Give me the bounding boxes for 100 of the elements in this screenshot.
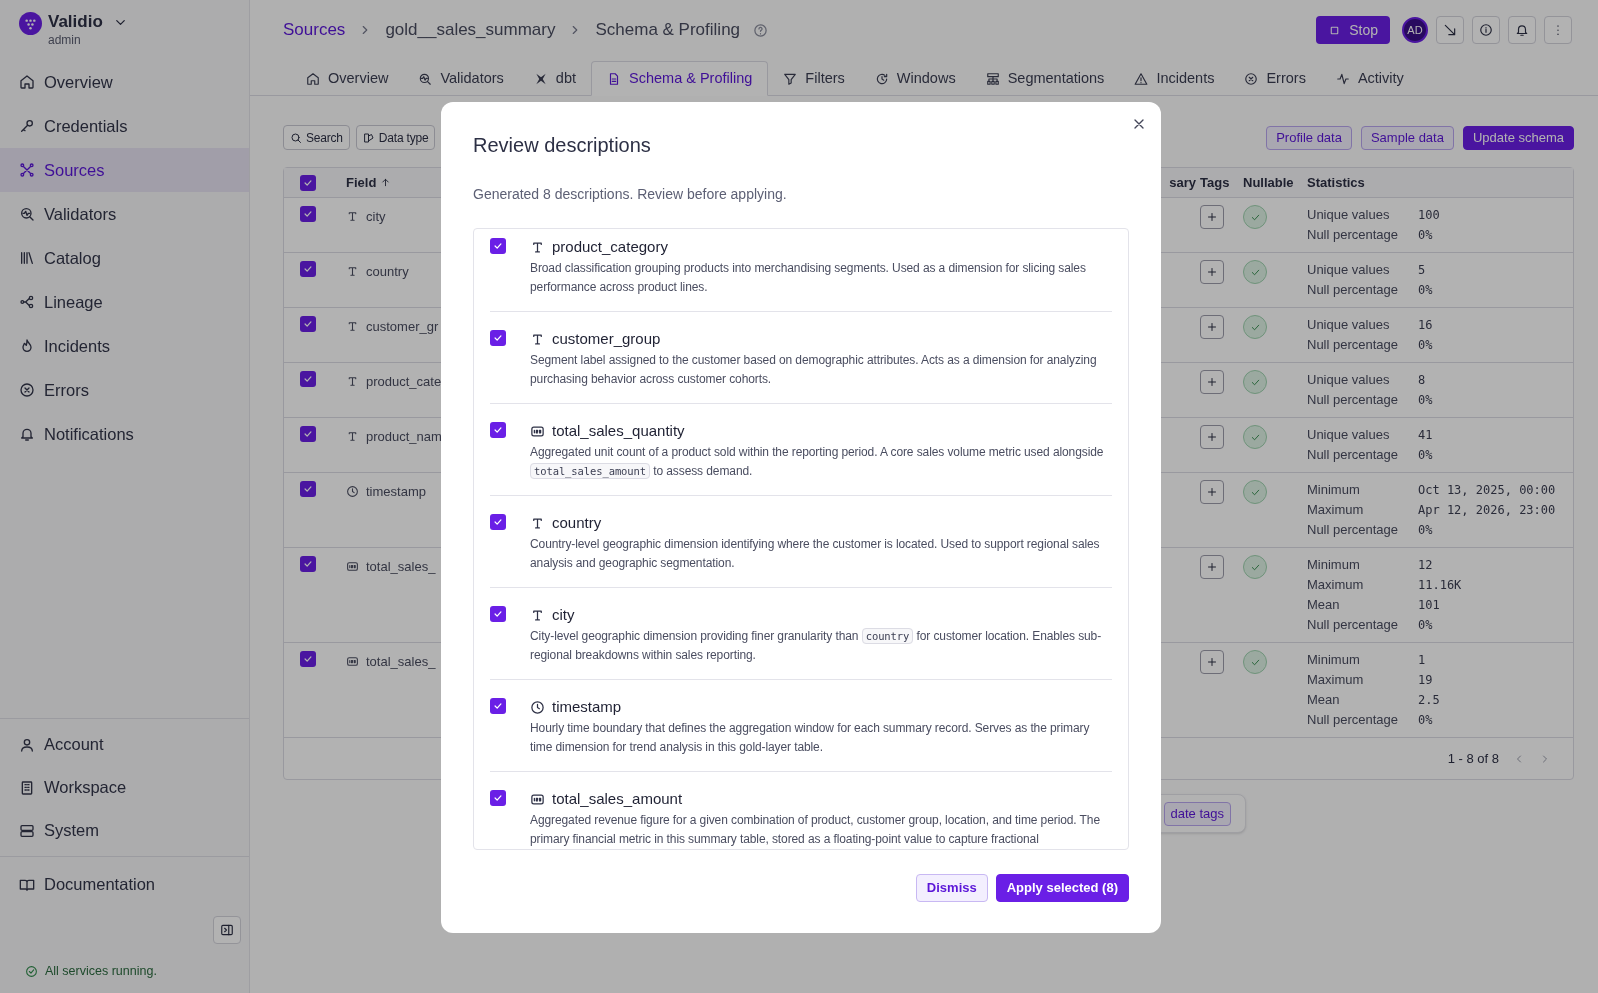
action-button[interactable]: Update schema bbox=[1462, 125, 1574, 150]
add-tag-button[interactable] bbox=[1200, 555, 1224, 579]
nav-item[interactable]: Workspace bbox=[0, 766, 249, 810]
stat-label: Unique values bbox=[1307, 261, 1391, 280]
tab[interactable]: Segmentations bbox=[970, 61, 1120, 96]
add-tag-button[interactable] bbox=[1200, 260, 1224, 284]
column-header: Tags bbox=[1200, 174, 1230, 190]
checkbox[interactable] bbox=[490, 790, 506, 806]
check-circle-icon bbox=[25, 965, 38, 979]
checkbox[interactable] bbox=[490, 698, 506, 714]
add-tag-button[interactable] bbox=[1200, 480, 1224, 504]
checkbox[interactable] bbox=[300, 371, 316, 387]
nav-item[interactable]: Validators bbox=[0, 192, 249, 236]
add-tag-button[interactable] bbox=[1200, 650, 1224, 674]
nav-item[interactable]: Documentation bbox=[0, 863, 249, 907]
stat-label: Maximum bbox=[1307, 576, 1365, 595]
tab[interactable]: Schema & Profiling bbox=[591, 61, 769, 96]
add-tag-button[interactable] bbox=[1200, 205, 1224, 229]
tab[interactable]: Errors bbox=[1229, 61, 1321, 96]
plus-icon bbox=[1206, 561, 1218, 573]
flame-icon bbox=[19, 338, 35, 354]
checkbox[interactable] bbox=[300, 316, 316, 332]
add-tag-button[interactable] bbox=[1200, 315, 1224, 339]
nav-item[interactable]: System bbox=[0, 809, 249, 853]
stat-label: Null percentage bbox=[1307, 616, 1400, 635]
add-tag-button[interactable] bbox=[1200, 425, 1224, 449]
stat-label: Null percentage bbox=[1307, 446, 1400, 465]
dialog-button[interactable]: Dismiss bbox=[915, 874, 988, 902]
stat-label: Unique values bbox=[1307, 426, 1391, 445]
checkbox[interactable] bbox=[300, 174, 316, 191]
nav-item[interactable]: Errors bbox=[0, 368, 249, 412]
warning-icon bbox=[1134, 71, 1149, 86]
toolbar-button[interactable] bbox=[1472, 16, 1500, 44]
checkbox[interactable] bbox=[300, 651, 316, 667]
breadcrumb-item[interactable]: gold__sales_summary bbox=[385, 17, 556, 43]
user-avatar[interactable]: AD bbox=[1402, 17, 1428, 43]
nav-item[interactable]: Credentials bbox=[0, 104, 249, 148]
toolbar-button[interactable] bbox=[1508, 16, 1536, 44]
tab[interactable]: Overview bbox=[291, 61, 404, 96]
check-icon bbox=[493, 517, 503, 527]
toolbar-button[interactable] bbox=[1436, 16, 1464, 44]
tab[interactable]: dbt bbox=[518, 61, 591, 96]
nav-item[interactable]: Sources bbox=[0, 148, 249, 192]
column-header[interactable]: Field bbox=[346, 172, 377, 193]
tab[interactable]: Incidents bbox=[1119, 61, 1230, 96]
stat-value: 5 bbox=[1418, 262, 1426, 279]
stat-label: Null percentage bbox=[1307, 281, 1400, 300]
nav-item[interactable]: Incidents bbox=[0, 324, 249, 368]
checkbox[interactable] bbox=[300, 206, 316, 222]
column-header: Nullable bbox=[1243, 174, 1294, 190]
checkbox[interactable] bbox=[490, 606, 506, 622]
field-name: product_nam bbox=[366, 428, 442, 446]
stat-value: 41 bbox=[1418, 427, 1433, 444]
plus-icon bbox=[1206, 211, 1218, 223]
filter-button[interactable]: Search bbox=[283, 125, 350, 150]
stat-label: Unique values bbox=[1307, 316, 1391, 335]
action-button[interactable]: Sample data bbox=[1360, 125, 1454, 150]
checkbox[interactable] bbox=[490, 330, 506, 346]
stat-value: 16 bbox=[1418, 317, 1433, 334]
checkbox[interactable] bbox=[300, 481, 316, 497]
check-icon bbox=[303, 429, 313, 439]
nav-item[interactable]: Catalog bbox=[0, 236, 249, 280]
tab[interactable]: Windows bbox=[859, 61, 971, 96]
stat-value: Oct 13, 2025, 00:00 bbox=[1418, 482, 1556, 499]
check-icon bbox=[303, 319, 313, 329]
stat-value: 0% bbox=[1418, 522, 1433, 539]
field-description: Broad classification grouping products into merchandising segments. Used as a dimension for slicing sales performance across product lines. bbox=[530, 260, 1087, 296]
checkbox[interactable] bbox=[490, 422, 506, 438]
collapse-sidebar-button[interactable] bbox=[213, 916, 241, 945]
stat-value: 2.5 bbox=[1418, 692, 1440, 709]
nav-item[interactable]: Account bbox=[0, 723, 249, 767]
stat-value: 19 bbox=[1418, 672, 1433, 689]
breadcrumb-link[interactable]: Sources bbox=[283, 17, 346, 43]
tab[interactable]: Activity bbox=[1320, 61, 1419, 96]
update-tags-button[interactable]: date tags bbox=[1163, 801, 1231, 826]
filter-button[interactable]: Data type bbox=[355, 125, 436, 150]
tab[interactable]: Filters bbox=[768, 61, 860, 96]
network-icon bbox=[19, 162, 35, 178]
text-type-icon bbox=[530, 239, 545, 255]
stat-value: Apr 12, 2026, 23:00 bbox=[1418, 502, 1556, 519]
share-nodes-icon bbox=[19, 294, 35, 310]
nav-item[interactable]: Notifications bbox=[0, 412, 249, 456]
check-icon bbox=[493, 241, 503, 251]
stat-label: Null percentage bbox=[1307, 226, 1400, 245]
refresh-clock-icon bbox=[874, 71, 889, 86]
nav-item[interactable]: Overview bbox=[0, 60, 249, 104]
checkbox[interactable] bbox=[300, 556, 316, 572]
tab[interactable]: Validators bbox=[403, 61, 519, 96]
checkbox[interactable] bbox=[300, 426, 316, 442]
check-icon bbox=[303, 374, 313, 384]
nav-item[interactable]: Lineage bbox=[0, 280, 249, 324]
add-tag-button[interactable] bbox=[1200, 370, 1224, 394]
checkbox[interactable] bbox=[490, 514, 506, 530]
checkbox[interactable] bbox=[490, 238, 506, 254]
search-chart-icon bbox=[19, 206, 35, 222]
stop-button[interactable]: Stop bbox=[1316, 16, 1390, 44]
checkbox[interactable] bbox=[300, 261, 316, 277]
field-description: Country-level geographic dimension identifying where the customer is located. Used to support regional sales analysis and geographic segmentation. bbox=[530, 536, 1101, 572]
dialog-button[interactable]: Apply selected (8) bbox=[995, 874, 1129, 902]
action-button[interactable]: Profile data bbox=[1266, 125, 1352, 150]
